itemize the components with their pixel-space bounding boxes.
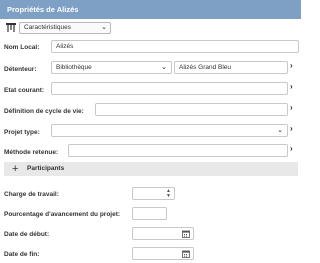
detenteur-open-chevron-right-icon[interactable]: › bbox=[290, 61, 293, 70]
detenteur-label: Détenteur: bbox=[4, 66, 37, 73]
definition-cycle-label: Définition de cycle de vie: bbox=[4, 108, 84, 115]
calendar-icon[interactable] bbox=[182, 250, 190, 258]
date-fin-input[interactable] bbox=[132, 247, 194, 260]
view-selector-label: Caractéristiques bbox=[24, 24, 71, 31]
charge-label: Charge de travail: bbox=[4, 191, 59, 198]
definition-cycle-chevron-right-icon[interactable]: › bbox=[290, 103, 293, 112]
view-selector-dropdown[interactable]: Caractéristiques ⌄ bbox=[19, 22, 111, 34]
projet-type-chevron-right-icon[interactable]: › bbox=[290, 124, 293, 133]
pourcentage-label: Pourcentage d'avancement du projet: bbox=[4, 211, 121, 218]
detenteur-type-value: Bibliothèque bbox=[56, 64, 92, 71]
pourcentage-input[interactable] bbox=[132, 207, 167, 220]
date-debut-label: Date de début: bbox=[4, 231, 50, 238]
participants-section-header[interactable]: + Participants bbox=[4, 162, 298, 176]
chevron-down-icon: ⌄ bbox=[277, 127, 283, 134]
date-fin-label: Date de fin: bbox=[4, 251, 40, 258]
date-debut-input[interactable] bbox=[132, 227, 194, 240]
methode-retenue-chevron-right-icon[interactable]: › bbox=[290, 144, 293, 153]
window-title: Propriétés de Alizés bbox=[0, 0, 301, 19]
etat-courant-field[interactable] bbox=[51, 82, 288, 95]
toolbar: Caractéristiques ⌄ bbox=[0, 19, 301, 37]
projet-type-select[interactable]: ⌄ bbox=[51, 124, 288, 137]
etat-courant-chevron-right-icon[interactable]: › bbox=[290, 82, 293, 91]
methode-retenue-label: Méthode retenue: bbox=[4, 149, 59, 156]
methode-retenue-field[interactable] bbox=[68, 144, 288, 157]
participants-label: Participants bbox=[27, 165, 65, 172]
plus-icon[interactable]: + bbox=[12, 162, 18, 176]
chevron-down-icon: ⌄ bbox=[161, 64, 167, 71]
nom-local-label: Nom Local: bbox=[4, 44, 40, 51]
detenteur-entity-field[interactable]: Alizés Grand Bleu bbox=[174, 61, 288, 74]
etat-courant-label: Etat courant: bbox=[4, 87, 45, 94]
hierarchy-icon[interactable] bbox=[5, 22, 17, 34]
charge-stepper[interactable]: ▲ ▼ bbox=[132, 187, 175, 200]
nom-local-input[interactable]: Alizés bbox=[51, 40, 299, 53]
detenteur-type-select[interactable]: Bibliothèque ⌄ bbox=[51, 61, 172, 74]
chevron-down-icon: ⌄ bbox=[101, 24, 107, 31]
projet-type-label: Projet type: bbox=[4, 129, 40, 136]
spinner-icon[interactable]: ▲ ▼ bbox=[166, 189, 171, 199]
definition-cycle-field[interactable] bbox=[95, 103, 288, 116]
calendar-icon[interactable] bbox=[182, 230, 190, 238]
